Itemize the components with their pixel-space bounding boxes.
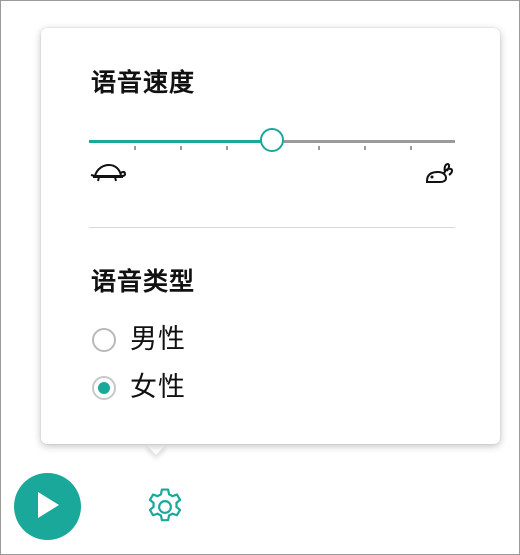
voice-option-label: 男性 <box>130 324 186 355</box>
slider-tick <box>410 146 412 150</box>
slider-tick <box>364 146 366 150</box>
radio-selected-dot <box>98 382 110 394</box>
gear-icon <box>143 488 187 533</box>
slider-track-filled <box>89 140 272 143</box>
section-divider <box>89 227 455 228</box>
slider-track-remaining <box>272 140 455 143</box>
settings-button[interactable] <box>143 485 187 529</box>
slider-tick <box>226 146 228 150</box>
rabbit-icon <box>424 162 454 189</box>
turtle-icon <box>90 163 127 187</box>
slider-tick <box>318 146 320 150</box>
voice-option-male[interactable]: 男性 <box>92 324 186 356</box>
radio-button-male[interactable] <box>92 328 116 352</box>
voice-settings-popup: 语音速度 语音类型 男性 女性 <box>41 28 500 444</box>
speed-slider[interactable] <box>89 128 455 158</box>
voice-option-label: 女性 <box>130 372 186 403</box>
speed-section-title: 语音速度 <box>91 68 196 97</box>
slider-tick <box>134 146 136 150</box>
voice-option-female[interactable]: 女性 <box>92 372 186 404</box>
slider-thumb[interactable] <box>260 128 284 152</box>
slider-tick <box>180 146 182 150</box>
radio-button-female[interactable] <box>92 376 116 400</box>
play-icon <box>35 490 61 524</box>
play-button[interactable] <box>14 473 81 540</box>
voice-type-section-title: 语音类型 <box>91 267 196 296</box>
